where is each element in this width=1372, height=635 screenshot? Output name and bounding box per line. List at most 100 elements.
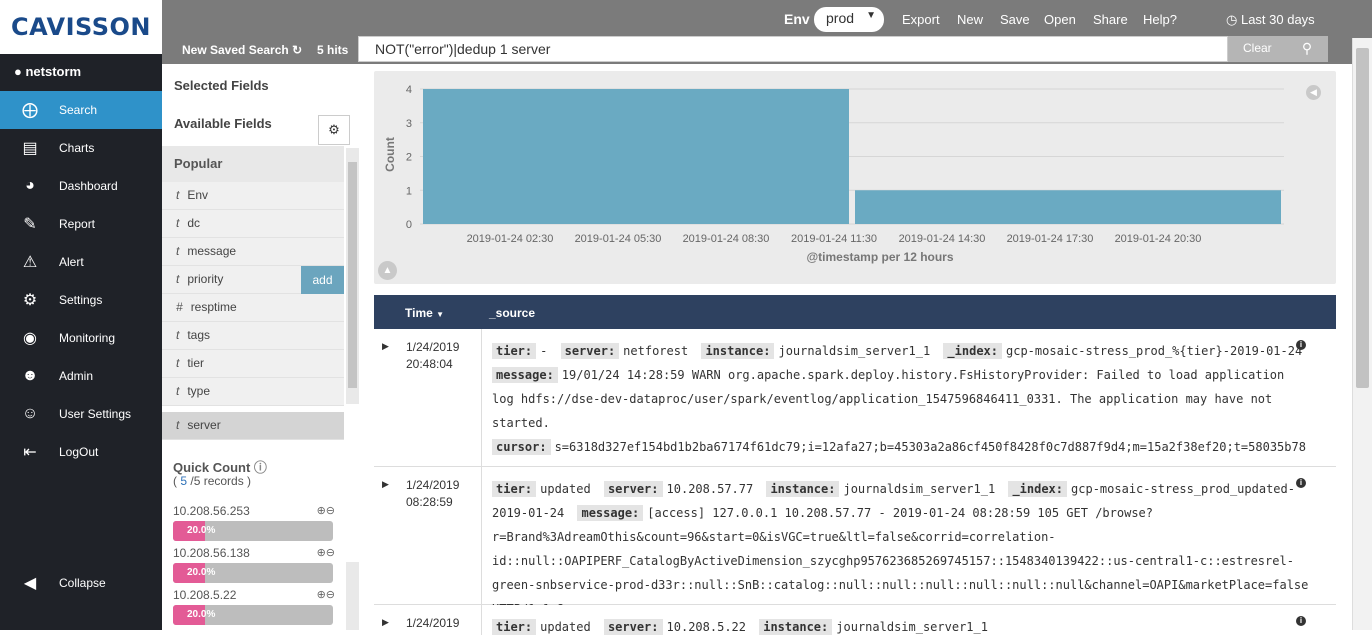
new-button[interactable]: New: [957, 12, 983, 27]
field-key: instance:: [759, 619, 833, 635]
field-name: resptime: [190, 300, 237, 314]
nav-admin[interactable]: ☻ Admin: [0, 357, 162, 395]
open-button[interactable]: Open: [1044, 12, 1076, 27]
y-tick-label: 3: [406, 118, 412, 130]
field-key: tier:: [492, 481, 537, 497]
field-type: t: [176, 356, 180, 370]
quick-count-scrollbar[interactable]: [346, 562, 359, 630]
quick-count-bar: 20.0%: [173, 521, 333, 541]
field-item[interactable]: t tags: [162, 322, 344, 350]
share-button[interactable]: Share: [1093, 12, 1128, 27]
zoom-icons[interactable]: ⊕⊖: [317, 504, 335, 517]
field-type: t: [176, 384, 180, 398]
search-input[interactable]: NOT("error")|dedup 1 server: [358, 36, 1228, 62]
field-key: tier:: [492, 343, 537, 359]
histogram-chart[interactable]: 0 1 2 3 4 2019-01-24 02:30 2019-01-24 05:30 201…: [374, 71, 1336, 284]
bar-chart-icon: ▤: [22, 140, 38, 157]
nav-settings[interactable]: ⚙ Settings: [0, 281, 162, 319]
field-key: server:: [603, 619, 663, 635]
nav-label: Monitoring: [59, 331, 116, 345]
nav-alert[interactable]: ⚠ Alert: [0, 243, 162, 281]
field-item[interactable]: t priority add: [162, 266, 344, 294]
fields-scrollbar-thumb[interactable]: [348, 162, 357, 388]
quick-count-item: 10.208.56.253 ⊕⊖ 20.0%: [173, 504, 335, 541]
y-tick-label: 2: [406, 152, 412, 164]
results-table: Time ▼ _source ▶ 1/24/2019 20:48:04 tier:…: [374, 295, 1336, 635]
field-type: t: [176, 188, 180, 202]
field-name: priority: [187, 272, 224, 286]
admin-icon: ☻: [21, 367, 39, 384]
nav-search[interactable]: ⨁ Search: [0, 91, 162, 129]
clear-button[interactable]: Clear: [1228, 36, 1286, 62]
help-button[interactable]: Help?: [1143, 12, 1177, 27]
popular-heading: Popular: [162, 146, 344, 182]
expand-row-icon[interactable]: ▶: [382, 341, 389, 352]
x-tick-label: 2019-01-24 02:30: [467, 233, 554, 245]
field-value: journaldsim_server1_1: [843, 482, 996, 496]
info-icon[interactable]: i: [1296, 478, 1306, 488]
nav-label: Settings: [59, 293, 103, 307]
field-item[interactable]: t type: [162, 378, 344, 406]
histogram-bar[interactable]: [423, 89, 849, 224]
gear-icon: ⚙: [328, 122, 340, 137]
nav-dashboard[interactable]: ◕ Dashboard: [0, 167, 162, 205]
field-type: t: [176, 328, 180, 342]
table-row[interactable]: ▶ 1/24/2019 tier: updated server: 10.208.5…: [374, 605, 1336, 635]
y-tick-label: 0: [406, 219, 412, 231]
field-item[interactable]: t Env: [162, 182, 344, 210]
page-scrollbar[interactable]: [1352, 38, 1372, 630]
compass-icon: ⨁: [22, 102, 38, 119]
user-icon: ●: [14, 64, 22, 79]
nav-charts[interactable]: ▤ Charts: [0, 129, 162, 167]
search-button[interactable]: ⚲: [1286, 36, 1328, 62]
logo-text: CAVISSON: [10, 13, 152, 41]
time-range-picker[interactable]: ◷ Last 30 days: [1226, 12, 1315, 28]
chart-toggle-icon[interactable]: ▲: [378, 261, 397, 280]
field-value: netforest: [623, 344, 689, 358]
field-key: tier:: [492, 619, 537, 635]
page-scrollbar-thumb[interactable]: [1356, 48, 1369, 388]
collapse-button[interactable]: ◀ Collapse: [0, 564, 162, 602]
export-button[interactable]: Export: [902, 12, 940, 27]
field-value: journaldsim_server1_1: [778, 344, 931, 358]
nav-label: Charts: [59, 141, 95, 155]
saved-search-button[interactable]: New Saved Search ↻: [182, 43, 302, 57]
time-header-label: Time: [405, 306, 433, 320]
nav-user-settings[interactable]: ☺ User Settings: [0, 395, 162, 433]
search-row: New Saved Search ↻ 5 hits NOT("error")|d…: [162, 36, 1372, 64]
nav-report[interactable]: ✎ Report: [0, 205, 162, 243]
info-icon[interactable]: i: [1296, 616, 1306, 626]
expand-row-icon[interactable]: ▶: [382, 617, 389, 628]
expand-row-icon[interactable]: ▶: [382, 479, 389, 490]
nav-logout[interactable]: ⇤ LogOut: [0, 433, 162, 471]
histogram-bar[interactable]: [855, 190, 1281, 224]
gear-icon: ⚙: [22, 292, 38, 309]
env-select[interactable]: prod ▼: [814, 7, 884, 32]
field-item[interactable]: t message: [162, 238, 344, 266]
table-row[interactable]: ▶ 1/24/2019 08:28:59 tier: updated server:…: [374, 467, 1336, 605]
field-name: tier: [187, 356, 205, 370]
refresh-icon: ↻: [292, 43, 303, 57]
time-column-header[interactable]: Time ▼: [405, 306, 444, 320]
logo: CAVISSON: [0, 0, 162, 54]
save-button[interactable]: Save: [1000, 12, 1030, 27]
field-item-selected[interactable]: t server: [162, 412, 344, 440]
y-tick-label: 1: [406, 185, 412, 197]
chart-collapse-icon[interactable]: ◀: [1306, 85, 1321, 100]
table-row[interactable]: ▶ 1/24/2019 20:48:04 tier: - server: netfor…: [374, 329, 1336, 467]
field-settings-button[interactable]: ⚙: [318, 115, 350, 145]
zoom-icons[interactable]: ⊕⊖: [317, 546, 335, 559]
nav-label: Search: [59, 103, 98, 117]
field-item[interactable]: # resptime: [162, 294, 344, 322]
fields-scrollbar[interactable]: [346, 148, 359, 404]
y-tick-label: 4: [406, 84, 412, 96]
add-field-button[interactable]: add: [301, 266, 344, 294]
nav-monitoring[interactable]: ◉ Monitoring: [0, 319, 162, 357]
field-item[interactable]: t dc: [162, 210, 344, 238]
collapse-label: Collapse: [59, 576, 106, 590]
field-type: t: [176, 272, 180, 286]
zoom-icons[interactable]: ⊕⊖: [317, 588, 335, 601]
field-item[interactable]: t tier: [162, 350, 344, 378]
row-time: 1/24/2019 20:48:04: [406, 339, 459, 373]
info-icon[interactable]: i: [1296, 340, 1306, 350]
